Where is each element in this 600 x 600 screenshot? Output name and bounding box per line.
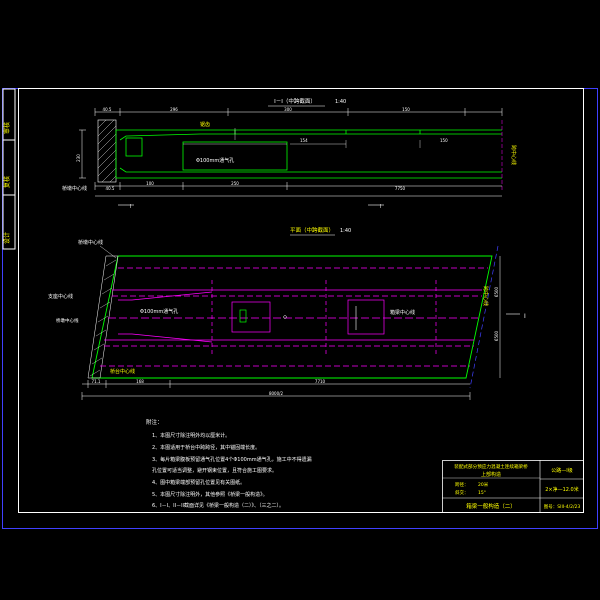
note-4: 4、图中箱梁端部预留孔位置见有关图纸。	[152, 479, 245, 486]
plan-label-box-center: 箱梁中心线	[390, 309, 415, 316]
section-label-pier-center: 桥墩中心线	[62, 185, 87, 192]
title-skew-label: 斜交：	[455, 489, 469, 496]
side-label-review: 审核	[3, 122, 11, 134]
section-scale: 1:40	[335, 99, 346, 105]
plan-label-support-center: 支座中心线	[48, 293, 73, 300]
plan-label-bottom: 桥台中心线	[110, 368, 135, 375]
section-dim-height: 230	[76, 154, 81, 162]
title-load-class: 公路—I级	[551, 467, 572, 474]
section-dim-top-3: 300	[284, 107, 292, 112]
section-dim-bottom-b: 100	[146, 181, 154, 186]
title-width-code: 2×净—12.0米	[545, 486, 579, 493]
plan-label-span-center: 跨中心线	[482, 286, 489, 306]
cad-drawing: 审核 复核 设计 I－I（中跨截面） 1:40 40.5 296 300 150	[2, 88, 598, 529]
title-span-value: 20米	[478, 481, 489, 488]
title-skew-value: 15°	[478, 490, 486, 496]
plan-title: 平面（中跨截面）	[290, 226, 334, 234]
title-drawing-name: 箱梁一般构造（二）	[466, 502, 516, 510]
section-label-span-center: 跨中心线	[510, 145, 517, 165]
plan-scale: 1:40	[340, 228, 351, 234]
title-project: 装配式部分预应力混凝土连续箱梁桥	[454, 463, 528, 470]
title-span-label: 跨径：	[455, 481, 469, 488]
plan-dim-right-1: 6500	[494, 286, 499, 297]
section-label-hole: Φ100mm通气孔	[196, 157, 234, 164]
section-title: I－I（中跨截面）	[274, 97, 316, 105]
plan-label-pier-center: 桥墩中心线	[56, 317, 79, 324]
section-dim-bottom-a: 40.5	[106, 186, 115, 191]
section-label-haunch: 锯齿	[200, 121, 210, 128]
title-drawing-no: 图号：SIII-4/2/23	[544, 504, 581, 510]
plan-cut-marker: I	[524, 313, 526, 320]
side-bar: 审核 复核 设计	[2, 88, 16, 250]
plan-label-hole: Φ100mm通气孔	[140, 308, 178, 315]
side-label-check: 复核	[3, 176, 11, 188]
notes-heading: 附注：	[146, 418, 163, 426]
section-dim-bottom-d: 7750	[395, 186, 406, 191]
section-dim-top-4: 150	[402, 107, 410, 112]
plan-dim-bottom-1: 71.1	[92, 379, 101, 384]
note-5: 5、本图尺寸除注明外，其他参照《桥梁一般构造》。	[152, 491, 268, 498]
plan-dim-bottom-3: 7710	[315, 379, 326, 384]
plan-view: 平面（中跨截面） 1:40 桥墩中心线 支座中心线 桥墩中心线 Φ100mm通气…	[48, 226, 526, 400]
section-dim-mid-2: 150	[440, 138, 448, 143]
plan-dim-total: 8000/2	[269, 391, 284, 396]
plan-dim-bottom-2: 168	[136, 379, 144, 384]
section-dim-mid-1: 154	[300, 138, 308, 143]
title-block: 装配式部分预应力混凝土连续箱梁桥 上部构造 跨径： 20米 斜交： 15° 箱梁…	[442, 460, 584, 513]
plan-label-top: 桥墩中心线	[78, 239, 103, 246]
note-6: 6、I－I、II－II截面详见《桥梁一般构造（二）》、（三之二）。	[152, 502, 284, 509]
section-view: I－I（中跨截面） 1:40 40.5 296 300 150 154 150 …	[62, 97, 517, 210]
notes: 附注： 1、本图尺寸除注明外均以厘米计。 2、本图适用于桥台中跨跨径，其中锚固端…	[146, 418, 312, 509]
section-dim-top-1: 40.5	[103, 107, 112, 112]
note-2: 2、本图适用于桥台中跨跨径，其中锚固端长度。	[152, 444, 260, 451]
note-3: 3、每片箱梁腹板预留通气孔位置4个Φ100mm通气孔，施工中不得遗漏	[152, 456, 312, 463]
note-1: 1、本图尺寸除注明外均以厘米计。	[152, 432, 230, 439]
side-label-design: 设计	[3, 232, 11, 244]
section-dim-bottom-c: 250	[231, 181, 239, 186]
drawing-frame	[18, 88, 584, 513]
plan-dim-right-2: 6500	[494, 330, 499, 341]
note-3b: 孔位置可适当调整，避开钢束位置，且符合施工图要求。	[152, 467, 277, 474]
title-part: 上部构造	[481, 471, 501, 478]
section-dim-top-2: 296	[170, 107, 178, 112]
